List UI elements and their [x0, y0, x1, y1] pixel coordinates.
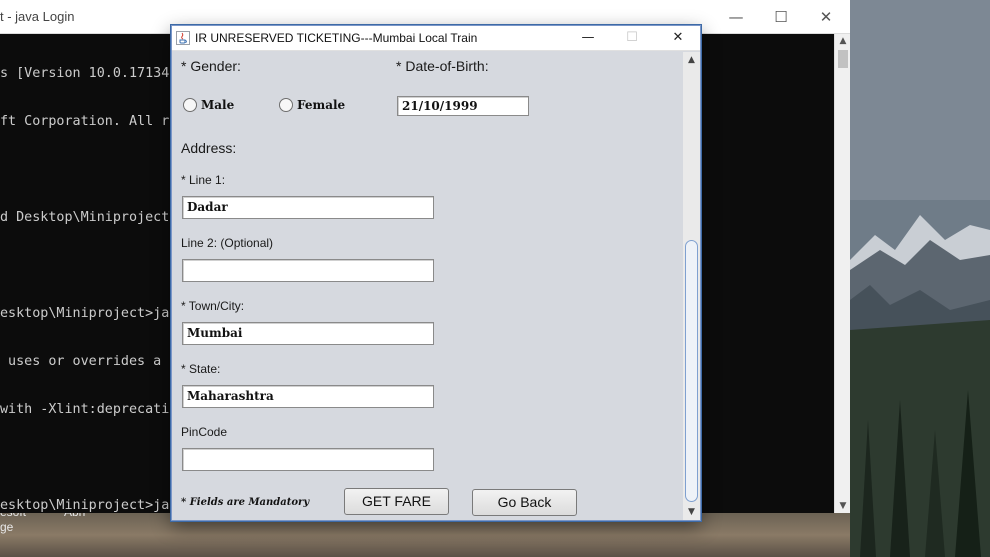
app-minimize-button[interactable]: — [576, 29, 600, 47]
line2-label: Line 2: (Optional) [181, 236, 274, 250]
console-scrollbar[interactable]: ▲ ▼ [834, 34, 850, 513]
dob-label: * Date-of-Birth: [396, 58, 489, 74]
app-titlebar[interactable]: IR UNRESERVED TICKETING---Mumbai Local T… [172, 26, 700, 51]
scroll-up-icon[interactable]: ▲ [683, 52, 700, 68]
gender-female-option[interactable]: Female [279, 98, 345, 112]
chevron-up-icon[interactable]: ▲ [835, 34, 851, 48]
taskbar-label-3[interactable]: ge [0, 520, 13, 534]
chevron-down-icon[interactable]: ▼ [835, 499, 851, 513]
scroll-down-icon[interactable]: ▼ [683, 504, 700, 520]
gender-male-option[interactable]: Male [183, 98, 234, 112]
go-back-button[interactable]: Go Back [472, 489, 577, 516]
app-close-button[interactable]: ✕ [666, 29, 690, 47]
console-close-button[interactable]: ✕ [816, 8, 836, 26]
form-scrollbar[interactable]: ▲ ▼ [683, 52, 700, 520]
line2-field[interactable] [182, 259, 434, 282]
app-maximize-button[interactable]: ☐ [620, 29, 644, 47]
mandatory-note: * Fields are Mandatory [181, 497, 310, 508]
town-field[interactable]: Mumbai [182, 322, 434, 345]
console-minimize-button[interactable]: — [726, 8, 746, 26]
line1-label: * Line 1: [181, 173, 226, 187]
gender-male-label: Male [201, 98, 235, 112]
console-maximize-button[interactable]: ☐ [771, 8, 791, 26]
gender-female-label: Female [297, 98, 346, 112]
gender-male-radio[interactable] [183, 98, 197, 112]
mountain-wallpaper-image [850, 0, 990, 557]
pincode-field[interactable] [182, 448, 434, 471]
address-label: Address: [181, 140, 237, 156]
ticketing-app-window: IR UNRESERVED TICKETING---Mumbai Local T… [171, 25, 701, 521]
state-label: * State: [181, 362, 221, 376]
get-fare-button[interactable]: GET FARE [344, 488, 449, 515]
line1-field[interactable]: Dadar [182, 196, 434, 219]
console-scroll-thumb[interactable] [838, 50, 848, 68]
form-scroll-thumb[interactable] [685, 240, 698, 502]
state-field[interactable]: Maharashtra [182, 385, 434, 408]
dob-field[interactable]: 21/10/1999 [397, 96, 529, 116]
gender-female-radio[interactable] [279, 98, 293, 112]
console-title: t - java Login [0, 9, 75, 24]
app-title: IR UNRESERVED TICKETING---Mumbai Local T… [195, 31, 478, 45]
gender-label: * Gender: [181, 58, 241, 74]
pincode-label: PinCode [181, 425, 228, 439]
passenger-form: * Gender: * Date-of-Birth: Male Female 2… [172, 52, 683, 520]
java-cup-icon [176, 31, 190, 45]
town-label: * Town/City: [181, 299, 245, 313]
